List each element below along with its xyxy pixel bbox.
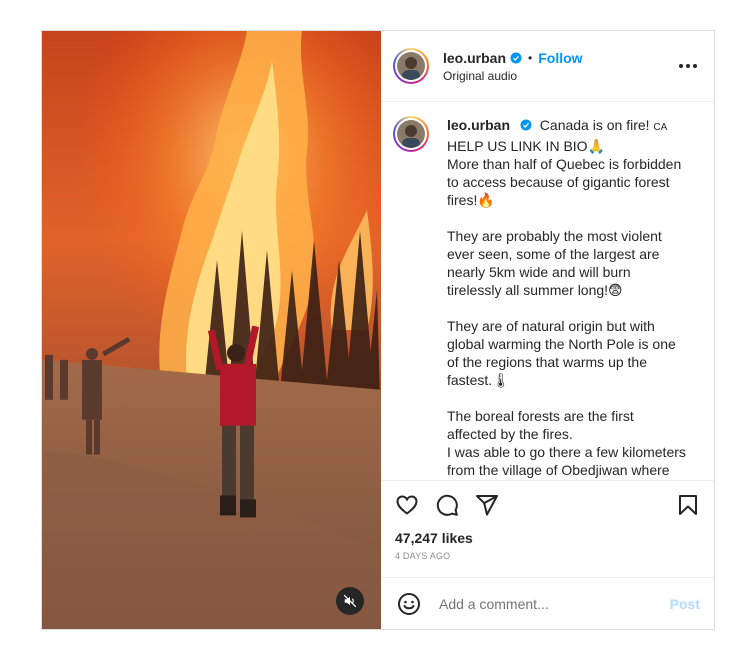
follow-button[interactable]: Follow	[538, 50, 582, 66]
flag-label: CA	[653, 122, 668, 133]
post-video[interactable]	[42, 31, 381, 629]
separator-dot: •	[528, 50, 533, 65]
caption-avatar[interactable]	[393, 116, 429, 152]
profile-photo-icon	[397, 120, 425, 148]
verified-badge-icon	[510, 52, 522, 63]
caption-username[interactable]: leo.urban	[447, 117, 510, 133]
more-dots-icon	[679, 64, 697, 68]
post-actions: 47,247 likes 4 DAYS AGO	[381, 480, 714, 577]
comment-bar: Post	[381, 577, 714, 629]
caption-line-2: HELP US LINK IN BIO🙏	[447, 138, 605, 154]
caption-section: leo.urban Canada is on fire! CA HELP US …	[381, 102, 714, 480]
caption-paragraph-4-line-2: I was able to go there a few kilometers …	[447, 444, 686, 478]
speaker-muted-icon	[343, 594, 357, 608]
emoji-icon[interactable]	[397, 592, 421, 616]
post-comment-button[interactable]: Post	[670, 596, 700, 612]
likes-count[interactable]: 47,247 likes	[395, 530, 700, 546]
audio-label[interactable]: Original audio	[443, 69, 676, 83]
caption-text: leo.urban Canada is on fire! CA HELP US …	[447, 116, 687, 480]
comment-icon[interactable]	[435, 493, 459, 517]
instagram-post: leo.urban • Follow Original audio leo.ur…	[41, 30, 715, 630]
bookmark-icon[interactable]	[676, 493, 700, 517]
more-options-button[interactable]	[676, 54, 700, 78]
post-sidebar: leo.urban • Follow Original audio leo.ur…	[381, 31, 714, 629]
author-username[interactable]: leo.urban	[443, 50, 506, 66]
caption-line-1: Canada is on fire!	[539, 117, 650, 133]
caption-paragraph-2: They are probably the most violent ever …	[447, 228, 662, 298]
post-header: leo.urban • Follow Original audio	[381, 31, 714, 102]
heart-icon[interactable]	[395, 493, 419, 517]
caption-paragraph-3: They are of natural origin but with glob…	[447, 318, 676, 388]
caption-paragraph-4-line-1: The boreal forests are the first affecte…	[447, 408, 634, 442]
profile-photo-icon	[397, 52, 425, 80]
wildfire-scene-image	[42, 31, 381, 629]
mute-button[interactable]	[336, 587, 364, 615]
verified-badge-icon	[520, 119, 532, 131]
post-date[interactable]: 4 DAYS AGO	[395, 551, 700, 561]
avatar[interactable]	[393, 48, 429, 84]
comment-input[interactable]	[437, 594, 670, 613]
caption-line-3: More than half of Quebec is forbidden to…	[447, 156, 682, 208]
share-icon[interactable]	[475, 493, 499, 517]
